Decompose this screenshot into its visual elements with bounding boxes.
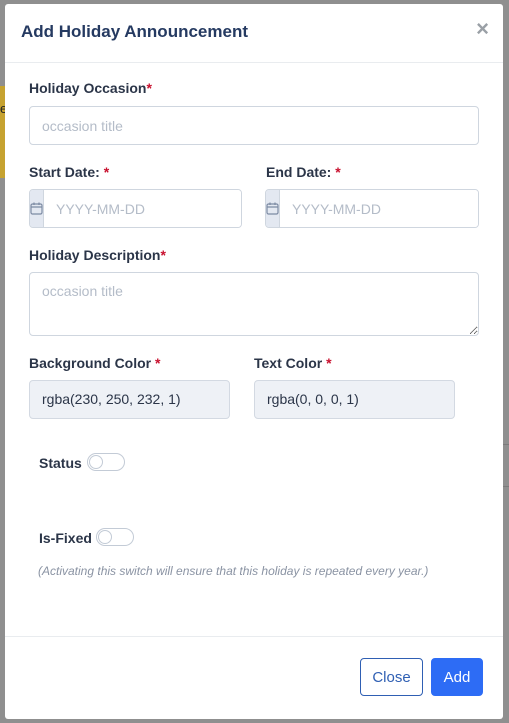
description-textarea[interactable]: [29, 272, 479, 336]
required-mark: *: [103, 164, 110, 180]
end-date-label: End Date: *: [266, 164, 341, 180]
text-color-label-text: Text Color: [254, 355, 327, 371]
end-date-input[interactable]: [280, 190, 478, 227]
end-date-group: [265, 189, 479, 228]
occasion-input[interactable]: [29, 106, 479, 145]
close-icon[interactable]: ×: [476, 18, 489, 40]
required-mark: *: [146, 80, 152, 96]
add-button[interactable]: Add: [431, 658, 483, 696]
add-holiday-modal: Add Holiday Announcement × Holiday Occas…: [5, 4, 503, 719]
required-mark: *: [335, 164, 341, 180]
start-date-group: [29, 189, 242, 228]
modal-footer: Close Add: [5, 636, 503, 720]
description-label-text: Holiday Description: [29, 247, 161, 263]
toggle-knob: [89, 455, 103, 469]
occasion-label: Holiday Occasion*: [29, 80, 152, 96]
is-fixed-label: Is-Fixed: [39, 530, 92, 546]
status-toggle[interactable]: [87, 453, 125, 471]
start-date-input[interactable]: [44, 190, 241, 227]
modal-header: Add Holiday Announcement ×: [5, 4, 503, 63]
required-mark: *: [160, 247, 166, 263]
background-color-label-text: Background Color: [29, 355, 156, 371]
modal-title: Add Holiday Announcement: [21, 22, 248, 41]
calendar-icon: [266, 190, 280, 227]
status-label: Status: [39, 455, 82, 471]
required-mark: *: [326, 355, 332, 371]
start-date-label-text: Start Date:: [29, 164, 104, 180]
text-color-label: Text Color *: [254, 355, 332, 371]
end-date-label-text: End Date:: [266, 164, 336, 180]
background-color-field[interactable]: rgba(230, 250, 232, 1): [29, 380, 230, 419]
background-color-label: Background Color *: [29, 355, 160, 371]
occasion-label-text: Holiday Occasion: [29, 80, 147, 96]
required-mark: *: [155, 355, 161, 371]
toggle-knob: [98, 530, 112, 544]
description-label: Holiday Description*: [29, 247, 166, 263]
is-fixed-hint: (Activating this switch will ensure that…: [38, 564, 429, 578]
is-fixed-toggle[interactable]: [96, 528, 134, 546]
text-color-field[interactable]: rgba(0, 0, 0, 1): [254, 380, 455, 419]
close-button[interactable]: Close: [360, 658, 423, 696]
start-date-label: Start Date: *: [29, 164, 109, 180]
calendar-icon: [30, 190, 44, 227]
